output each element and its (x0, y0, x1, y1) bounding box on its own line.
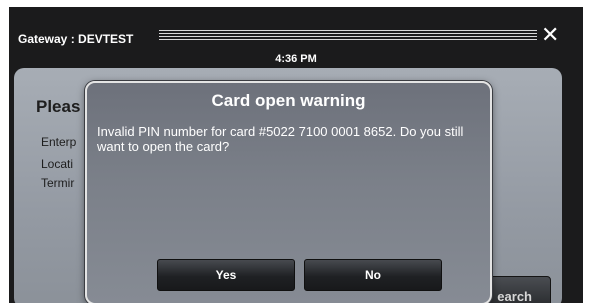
window-title: Gateway : DEVTEST (18, 32, 134, 46)
app-window: Gateway : DEVTEST ✕ 4:36 PM Pleas Enterp… (9, 7, 583, 303)
yes-button[interactable]: Yes (157, 259, 295, 291)
card-open-warning-dialog: Card open warning Invalid PIN number for… (85, 81, 492, 303)
enterprise-label: Enterp (41, 135, 77, 149)
title-bar[interactable]: Gateway : DEVTEST ✕ 4:36 PM (9, 7, 583, 65)
search-button-label: earch (497, 289, 532, 303)
panel-heading: Pleas (36, 97, 81, 116)
dialog-title: Card open warning (211, 91, 366, 110)
location-label: Locati (41, 157, 74, 171)
drag-grip[interactable] (159, 30, 537, 41)
no-button[interactable]: No (304, 259, 442, 291)
close-icon[interactable]: ✕ (541, 22, 559, 48)
terminal-label: Termir (41, 176, 75, 190)
dialog-message: Invalid PIN number for card #5022 7100 0… (97, 124, 464, 154)
clock-time: 4:36 PM (275, 53, 317, 65)
